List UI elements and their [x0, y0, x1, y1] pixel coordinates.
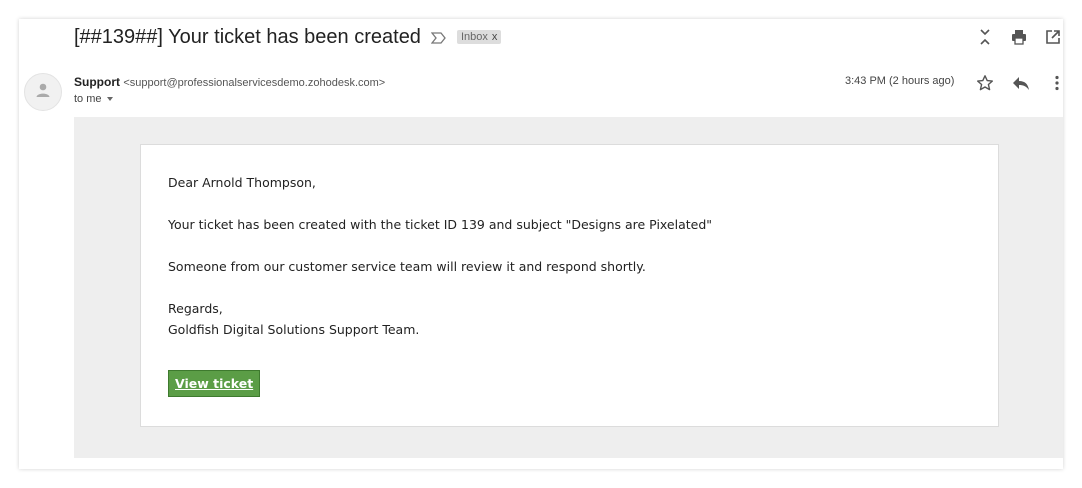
- sender-email: <support@professionalservicesdemo.zohode…: [123, 77, 386, 89]
- reply-icon[interactable]: [1011, 73, 1031, 93]
- message-actions: [975, 73, 1063, 93]
- importance-marker-icon[interactable]: [430, 31, 447, 44]
- avatar: [24, 73, 62, 111]
- person-avatar-icon: [34, 81, 52, 104]
- chevron-down-icon[interactable]: [106, 93, 114, 105]
- to-line-text: to me: [74, 93, 102, 105]
- sender-line: Support <support@professionalservicesdem…: [74, 75, 385, 89]
- email-timestamp: 3:43 PM (2 hours ago): [845, 75, 955, 87]
- view-ticket-button[interactable]: View ticket: [168, 370, 261, 397]
- sender-name[interactable]: Support: [74, 75, 120, 89]
- more-vertical-icon[interactable]: [1047, 73, 1063, 93]
- message-body-background: Dear Arnold Thompson, Your ticket has be…: [74, 117, 1063, 458]
- top-actions: [975, 27, 1063, 47]
- greeting-text: Dear Arnold Thompson,: [168, 175, 316, 190]
- regards-text: Regards,: [168, 301, 223, 316]
- message-content: Dear Arnold Thompson, Your ticket has be…: [140, 144, 999, 427]
- email-subject: [##139##] Your ticket has been created: [74, 26, 421, 48]
- recipient-details[interactable]: to me: [74, 93, 114, 105]
- star-icon[interactable]: [975, 73, 995, 93]
- print-icon[interactable]: [1009, 27, 1029, 47]
- collapse-all-icon[interactable]: [975, 27, 995, 47]
- signature-text: Goldfish Digital Solutions Support Team.: [168, 322, 420, 337]
- open-in-new-window-icon[interactable]: [1043, 27, 1063, 47]
- ticket-created-text: Your ticket has been created with the ti…: [168, 217, 713, 232]
- remove-label-button[interactable]: x: [492, 31, 498, 43]
- email-view: [##139##] Your ticket has been created I…: [19, 19, 1063, 469]
- subject-row: [##139##] Your ticket has been created I…: [74, 23, 502, 51]
- inbox-label: Inbox x: [456, 30, 502, 44]
- review-notice-text: Someone from our customer service team w…: [168, 259, 646, 274]
- inbox-label-text: Inbox: [460, 31, 488, 43]
